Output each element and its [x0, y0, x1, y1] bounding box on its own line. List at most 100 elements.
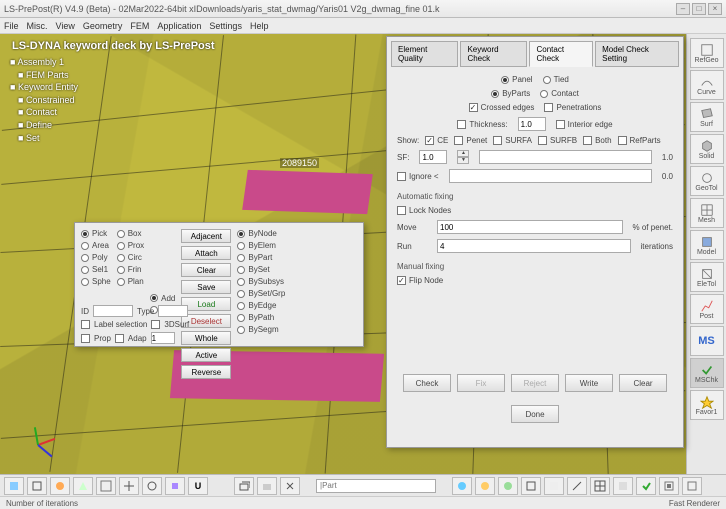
btn-done[interactable]: Done [511, 405, 559, 423]
btn-attach[interactable]: Attach [181, 246, 231, 260]
tab-element-quality[interactable]: Element Quality [391, 41, 458, 67]
btn-clear[interactable]: Clear [181, 263, 231, 277]
bb-19[interactable] [590, 477, 610, 495]
close-button[interactable]: × [708, 3, 722, 15]
command-input[interactable] [316, 479, 436, 493]
bb-9[interactable]: U [188, 477, 208, 495]
radio-tied[interactable]: Tied [543, 75, 569, 84]
bb-12[interactable] [280, 477, 300, 495]
radio-frin[interactable]: Frin [117, 265, 144, 274]
tool-model[interactable]: Model [690, 230, 724, 260]
tool-post[interactable]: Post [690, 294, 724, 324]
bb-7[interactable] [142, 477, 162, 495]
ignore-field[interactable] [449, 169, 652, 183]
chk-ce[interactable]: CE [425, 136, 448, 145]
bb-20[interactable] [613, 477, 633, 495]
sf-slider-field[interactable] [479, 150, 651, 164]
sf-input[interactable] [419, 150, 447, 164]
radio-add[interactable]: Add [150, 294, 175, 303]
id-input[interactable] [93, 305, 133, 317]
btn-reverse[interactable]: Reverse [181, 365, 231, 379]
radio-byparts[interactable]: ByParts [491, 89, 530, 98]
btn-fix[interactable]: Fix [457, 374, 505, 392]
radio-byelem[interactable]: ByElem [237, 241, 285, 250]
maximize-button[interactable]: □ [692, 3, 706, 15]
chk-thickness[interactable]: Thickness: [457, 120, 507, 129]
radio-bysetgrp[interactable]: BySet/Grp [237, 289, 285, 298]
menu-file[interactable]: File [4, 21, 19, 31]
tool-geotol[interactable]: GeoTol [690, 166, 724, 196]
tree-assembly[interactable]: Assembly 1 [10, 56, 78, 69]
run-input[interactable] [437, 239, 631, 253]
chk-ignore[interactable]: Ignore < [397, 172, 439, 181]
chk-adap[interactable] [115, 334, 124, 343]
chk-locknodes[interactable]: Lock Nodes [397, 206, 451, 215]
tool-favor[interactable]: Favor1 [690, 390, 724, 420]
radio-area[interactable]: Area [81, 241, 111, 250]
tool-mesh[interactable]: Mesh [690, 198, 724, 228]
chk-surfa[interactable]: SURFA [493, 136, 532, 145]
tree-define[interactable]: Define [18, 119, 78, 132]
radio-panel[interactable]: Panel [501, 75, 532, 84]
menu-settings[interactable]: Settings [209, 21, 242, 31]
model-tree[interactable]: Assembly 1 FEM Parts Keyword Entity Cons… [10, 56, 78, 144]
radio-byedge[interactable]: ByEdge [237, 301, 285, 310]
btn-savesel[interactable]: Save [181, 280, 231, 294]
bb-17[interactable] [544, 477, 564, 495]
bb-3[interactable] [50, 477, 70, 495]
bb-13[interactable] [452, 477, 472, 495]
chk-penetrations[interactable]: Penetrations [544, 103, 601, 112]
chk-penet[interactable]: Penet [454, 136, 487, 145]
menu-fem[interactable]: FEM [130, 21, 149, 31]
bb-22[interactable] [659, 477, 679, 495]
bb-21[interactable] [636, 477, 656, 495]
tree-femparts[interactable]: FEM Parts [18, 69, 78, 82]
bb-2[interactable] [27, 477, 47, 495]
radio-prox[interactable]: Prox [117, 241, 144, 250]
bb-23[interactable] [682, 477, 702, 495]
chk-interior-edge[interactable]: Interior edge [556, 120, 613, 129]
chk-flipnode[interactable]: Flip Node [397, 276, 443, 285]
bb-4[interactable] [73, 477, 93, 495]
chk-refparts[interactable]: RefParts [618, 136, 661, 145]
btn-reject[interactable]: Reject [511, 374, 559, 392]
radio-contact[interactable]: Contact [540, 89, 579, 98]
bb-14[interactable] [475, 477, 495, 495]
btn-adjacent[interactable]: Adjacent [181, 229, 231, 243]
tree-keyword-entity[interactable]: Keyword Entity [10, 81, 78, 94]
chk-3dsurf[interactable] [151, 320, 160, 329]
bb-10[interactable] [234, 477, 254, 495]
radio-bysegm[interactable]: BySegm [237, 325, 285, 334]
tool-mschk[interactable]: MSChk [690, 358, 724, 388]
tree-constrained[interactable]: Constrained [18, 94, 78, 107]
radio-pick[interactable]: Pick [81, 229, 111, 238]
menu-geometry[interactable]: Geometry [83, 21, 123, 31]
radio-bypart[interactable]: ByPart [237, 253, 285, 262]
sf-spinner[interactable]: ▲▼ [457, 150, 469, 164]
tool-refgeo[interactable]: RefGeo [690, 38, 724, 68]
tool-eletol[interactable]: EleTol [690, 262, 724, 292]
btn-check[interactable]: Check [403, 374, 451, 392]
menu-view[interactable]: View [56, 21, 75, 31]
btn-active[interactable]: Active [181, 348, 231, 362]
tool-surf[interactable]: Surf [690, 102, 724, 132]
bb-16[interactable] [521, 477, 541, 495]
tab-keyword-check[interactable]: Keyword Check [460, 41, 527, 67]
radio-bysubsys[interactable]: BySubsys [237, 277, 285, 286]
tool-ms[interactable]: MSMS [690, 326, 724, 356]
bb-18[interactable] [567, 477, 587, 495]
radio-poly[interactable]: Poly [81, 253, 111, 262]
tab-contact-check[interactable]: Contact Check [529, 41, 593, 67]
tree-set[interactable]: Set [18, 132, 78, 145]
bb-11[interactable] [257, 477, 277, 495]
chk-both[interactable]: Both [583, 136, 611, 145]
btn-clear2[interactable]: Clear [619, 374, 667, 392]
radio-box[interactable]: Box [117, 229, 144, 238]
radio-sel1[interactable]: Sel1 [81, 265, 111, 274]
tab-model-check-setting[interactable]: Model Check Setting [595, 41, 679, 67]
type-input[interactable] [158, 305, 188, 317]
menu-application[interactable]: Application [157, 21, 201, 31]
radio-sphe[interactable]: Sphe [81, 277, 111, 286]
chk-labelsel[interactable] [81, 320, 90, 329]
radio-circ[interactable]: Circ [117, 253, 144, 262]
